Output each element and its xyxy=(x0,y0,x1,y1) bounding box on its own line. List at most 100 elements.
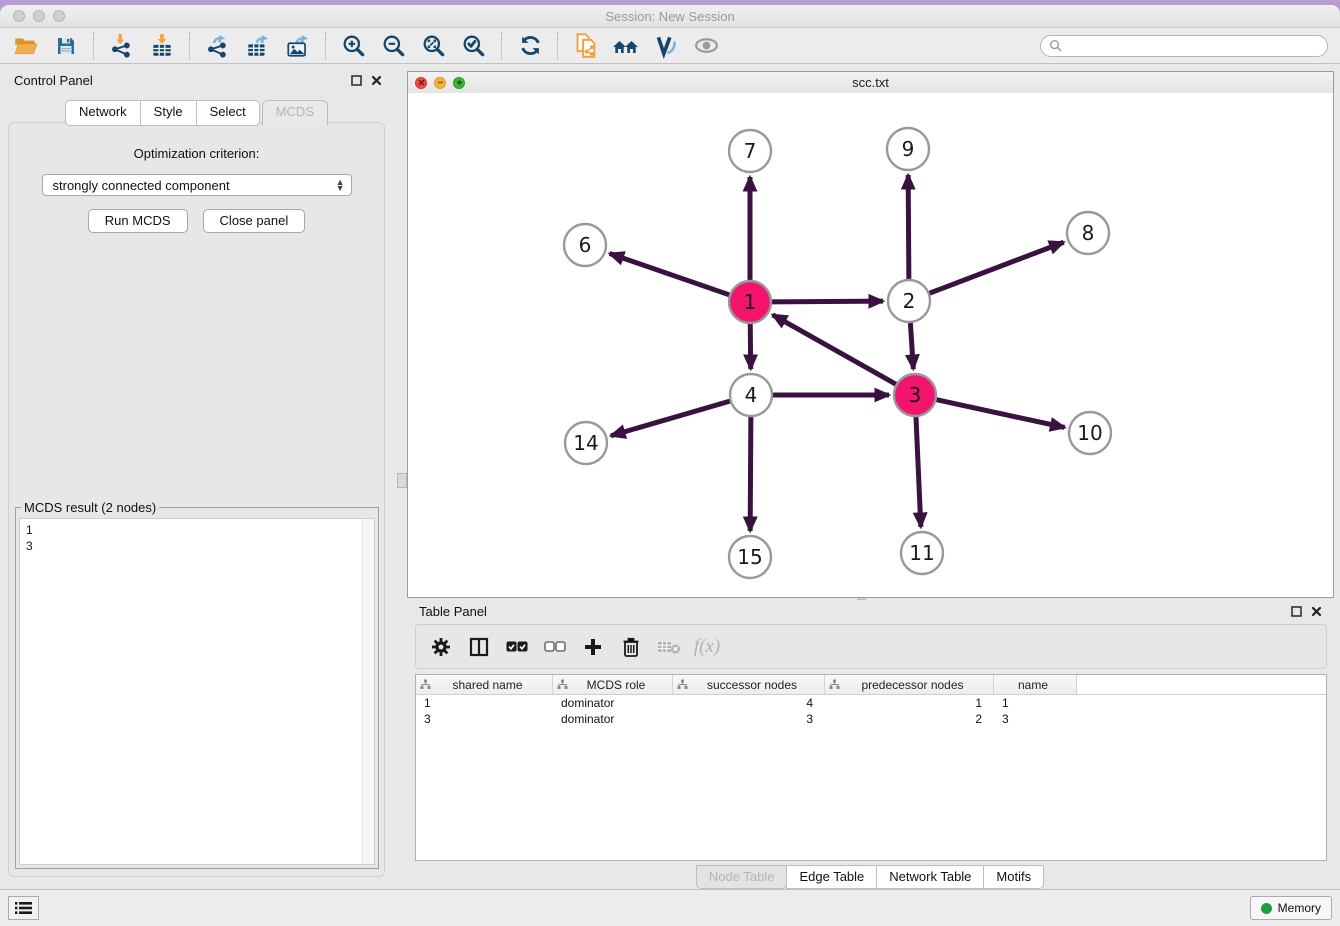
result-scrollbar[interactable] xyxy=(362,519,374,864)
table-row[interactable]: 1 dominator 4 1 1 xyxy=(416,695,1326,711)
export-image-button[interactable] xyxy=(278,31,318,61)
titlebar: Session: New Session xyxy=(0,5,1340,28)
toolbar-separator xyxy=(325,32,327,60)
zoom-fit-button[interactable] xyxy=(414,31,454,61)
zoom-in-button[interactable] xyxy=(334,31,374,61)
export-table-button[interactable] xyxy=(238,31,278,61)
cell-successor-nodes[interactable]: 4 xyxy=(673,696,825,710)
vertical-splitter-handle[interactable] xyxy=(397,473,407,488)
zoom-out-button[interactable] xyxy=(374,31,414,61)
home-button[interactable] xyxy=(606,31,646,61)
float-panel-icon[interactable] xyxy=(351,75,362,86)
cell-predecessor-nodes[interactable]: 1 xyxy=(825,696,994,710)
cell-mcds-role[interactable]: dominator xyxy=(553,696,673,710)
apply-style-button[interactable] xyxy=(646,31,686,61)
delete-column-button[interactable] xyxy=(612,629,650,665)
style-v-icon xyxy=(653,33,679,59)
toolbar-separator xyxy=(93,32,95,60)
tab-network[interactable]: Network xyxy=(65,100,141,126)
run-mcds-button[interactable]: Run MCDS xyxy=(88,209,188,233)
optimization-criterion-select[interactable]: strongly connected component ▲▼ xyxy=(42,174,352,196)
import-network-button[interactable] xyxy=(102,31,142,61)
close-panel-button[interactable]: Close panel xyxy=(203,209,306,233)
graph-node-label-14: 14 xyxy=(573,431,598,455)
table-panel-header: Table Panel xyxy=(407,600,1334,623)
tab-node-table[interactable]: Node Table xyxy=(696,865,788,889)
graph-edge-1-2[interactable] xyxy=(772,301,883,302)
graph-edge-1-6[interactable] xyxy=(610,253,730,294)
cell-mcds-role[interactable]: dominator xyxy=(553,712,673,726)
export-table-icon xyxy=(245,33,271,59)
column-header-mcds-role[interactable]: MCDS role xyxy=(553,675,673,694)
column-header-predecessor-nodes[interactable]: predecessor nodes xyxy=(825,675,994,694)
search-box[interactable] xyxy=(1040,35,1328,57)
task-history-button[interactable] xyxy=(8,896,39,920)
graph-edge-2-3[interactable] xyxy=(910,323,913,369)
graph-node-label-7: 7 xyxy=(744,139,757,163)
checked-boxes-icon xyxy=(506,641,528,653)
column-header-shared-name[interactable]: shared name xyxy=(416,675,553,694)
cell-shared-name[interactable]: 1 xyxy=(416,696,553,710)
cell-shared-name[interactable]: 3 xyxy=(416,712,553,726)
main-area: Control Panel Network Style Select MCDS … xyxy=(0,67,1340,890)
refresh-icon xyxy=(518,33,543,58)
network-file-button[interactable] xyxy=(566,31,606,61)
mcds-result-text[interactable]: 1 3 xyxy=(19,518,375,865)
open-session-button[interactable] xyxy=(6,31,46,61)
tab-select[interactable]: Select xyxy=(196,100,260,126)
network-window: scc.txt 1234678910111415 xyxy=(407,71,1334,598)
network-graph[interactable]: 1234678910111415 xyxy=(408,93,1333,597)
close-panel-icon[interactable] xyxy=(1311,606,1322,617)
apply-layout-button[interactable] xyxy=(510,31,550,61)
graph-edge-4-15[interactable] xyxy=(750,417,751,531)
table-settings-button[interactable] xyxy=(422,629,460,665)
save-session-button[interactable] xyxy=(46,31,86,61)
graph-edge-2-8[interactable] xyxy=(930,242,1064,293)
cell-successor-nodes[interactable]: 3 xyxy=(673,712,825,726)
tab-network-table[interactable]: Network Table xyxy=(876,865,984,889)
create-column-button[interactable] xyxy=(574,629,612,665)
mcds-result-title: MCDS result (2 nodes) xyxy=(21,500,159,515)
show-graphics-details-button[interactable] xyxy=(686,31,726,61)
graph-edge-3-1[interactable] xyxy=(773,315,896,384)
search-input[interactable] xyxy=(1067,38,1319,54)
close-panel-icon[interactable] xyxy=(371,75,382,86)
control-panel-header: Control Panel xyxy=(0,67,394,93)
network-canvas[interactable]: 1234678910111415 xyxy=(408,93,1333,597)
graph-edge-3-11[interactable] xyxy=(916,417,921,527)
function-builder-button[interactable]: f(x) xyxy=(688,629,726,665)
control-panel-title: Control Panel xyxy=(14,73,93,88)
tab-style[interactable]: Style xyxy=(140,100,197,126)
memory-button[interactable]: Memory xyxy=(1250,896,1332,920)
app-window: Session: New Session xyxy=(0,5,1340,926)
eye-icon xyxy=(693,32,720,59)
zoom-selected-button[interactable] xyxy=(454,31,494,61)
table-toolbar: f(x) xyxy=(415,624,1327,669)
network-view-title: scc.txt xyxy=(408,75,1333,90)
export-network-button[interactable] xyxy=(198,31,238,61)
table-row[interactable]: 3 dominator 3 2 3 xyxy=(416,711,1326,727)
cell-predecessor-nodes[interactable]: 2 xyxy=(825,712,994,726)
tab-motifs[interactable]: Motifs xyxy=(983,865,1044,889)
unselect-all-button[interactable] xyxy=(536,629,574,665)
graph-edge-4-14[interactable] xyxy=(611,401,730,436)
window-title: Session: New Session xyxy=(0,9,1340,24)
graph-node-label-9: 9 xyxy=(902,137,915,161)
delete-table-button[interactable] xyxy=(650,629,688,665)
column-header-successor-nodes[interactable]: successor nodes xyxy=(673,675,825,694)
graph-edge-2-9[interactable] xyxy=(908,175,909,279)
toolbar-separator xyxy=(501,32,503,60)
graph-node-label-10: 10 xyxy=(1077,421,1102,445)
float-panel-icon[interactable] xyxy=(1291,606,1302,617)
cell-name[interactable]: 3 xyxy=(994,712,1077,726)
select-all-button[interactable] xyxy=(498,629,536,665)
mcds-panel: Optimization criterion: strongly connect… xyxy=(8,122,385,877)
tab-edge-table[interactable]: Edge Table xyxy=(786,865,877,889)
tab-mcds[interactable]: MCDS xyxy=(262,100,328,126)
show-column-panel-button[interactable] xyxy=(460,629,498,665)
cell-name[interactable]: 1 xyxy=(994,696,1077,710)
import-table-button[interactable] xyxy=(142,31,182,61)
column-header-name[interactable]: name xyxy=(994,675,1077,694)
graph-edge-3-10[interactable] xyxy=(936,400,1064,428)
table-panel: Table Panel xyxy=(407,600,1334,895)
